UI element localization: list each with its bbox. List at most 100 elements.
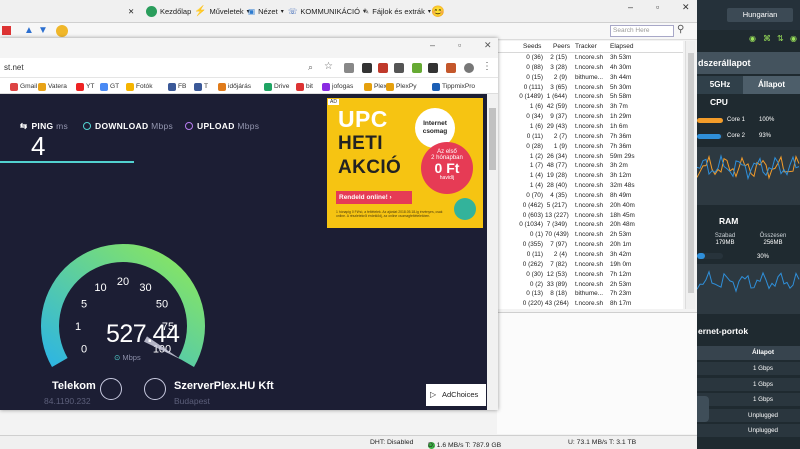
actions-menu[interactable]: ⚡ Műveletek ▾ — [194, 4, 250, 19]
address-bar[interactable]: st.net ⌕ ☆ ⋮ — [0, 58, 498, 78]
bookmark-item[interactable]: időjárás — [218, 81, 251, 92]
ad-title-1: UPC — [338, 106, 388, 132]
column-peers[interactable]: Peers — [553, 43, 570, 50]
table-row[interactable]: 0 (13) 8 (18) bithume... 7h 23m — [497, 289, 683, 299]
bookmark-item[interactable]: jofogas — [322, 81, 353, 92]
table-row[interactable]: 0 (11) 2 (4) t.ncore.sh 3h 42m — [497, 250, 683, 260]
bookmark-item[interactable]: Plex — [364, 81, 387, 92]
tab-status[interactable]: Állapot — [743, 76, 800, 94]
bookmark-item[interactable]: Drive — [264, 81, 289, 92]
bookmark-item[interactable]: FB — [168, 81, 186, 92]
extension-icon[interactable] — [344, 63, 354, 73]
table-row[interactable]: 1 (6) 42 (59) t.ncore.sh 3h 7m — [497, 102, 683, 112]
gauge-tick-label: 10 — [94, 282, 106, 294]
table-row[interactable]: 0 (111) 3 (65) t.ncore.sh 5h 30m — [497, 83, 683, 93]
language-select[interactable]: Hungarian — [727, 8, 793, 22]
arrow-down-icon[interactable]: ▼ — [38, 25, 48, 36]
extension-icon[interactable] — [394, 63, 404, 73]
table-row[interactable]: 0 (28) 1 (9) t.ncore.sh 7h 36m — [497, 142, 683, 152]
table-row[interactable]: 0 (30) 12 (53) t.ncore.sh 7h 12m — [497, 270, 683, 280]
table-row[interactable]: 0 (1034) 7 (349) t.ncore.sh 20h 48m — [497, 220, 683, 230]
wifi-icon[interactable]: ◉ — [790, 34, 799, 43]
extension-icon[interactable] — [378, 63, 388, 73]
column-elapsed[interactable]: Elapsed — [610, 43, 634, 50]
cell-elapsed: 4h 30m — [610, 63, 632, 71]
close-window-icon[interactable]: ✕ — [682, 2, 690, 13]
close-window-icon[interactable]: ✕ — [484, 40, 492, 51]
smiley-icon[interactable]: 😊 — [431, 4, 445, 19]
maximize-icon[interactable]: ▫ — [656, 2, 659, 12]
usb-icon[interactable]: ⇅ — [777, 34, 786, 43]
table-row[interactable]: 0 (70) 4 (35) t.ncore.sh 8h 49m — [497, 191, 683, 201]
files-extras-menu[interactable]: ✎ Fájlok és extrák ▾ — [363, 4, 431, 19]
table-row[interactable]: 0 (462) 5 (217) t.ncore.sh 20h 40m — [497, 201, 683, 211]
bookmark-item[interactable]: TippmixPro — [432, 81, 475, 92]
table-row[interactable]: 1 (2) 26 (34) t.ncore.sh 59m 29s — [497, 152, 683, 162]
server-name[interactable]: SzerverPlex.HU Kft — [174, 380, 274, 392]
url-text[interactable]: st.net — [4, 63, 24, 72]
minimize-icon[interactable]: – — [430, 40, 435, 50]
table-row[interactable]: 1 (6) 29 (43) t.ncore.sh 1h 6m — [497, 122, 683, 132]
wifi-icon[interactable]: ◉ — [749, 34, 758, 43]
extension-icon[interactable] — [362, 63, 372, 73]
bookmark-item[interactable]: Gmail — [10, 81, 37, 92]
table-row[interactable]: 0 (2) 33 (89) t.ncore.sh 2h 53m — [497, 280, 683, 290]
extension-icon[interactable] — [412, 63, 422, 73]
bookmark-item[interactable]: T — [194, 81, 208, 92]
upc-ad[interactable]: AD UPC HETI AKCIÓ Internet csomag Az els… — [327, 98, 483, 228]
table-row[interactable]: 0 (15) 2 (9) bithume... 3h 44m — [497, 73, 683, 83]
stop-icon[interactable] — [2, 26, 11, 35]
star-icon[interactable]: ☆ — [324, 61, 333, 72]
table-row[interactable]: 0 (1) 70 (439) t.ncore.sh 2h 53m — [497, 230, 683, 240]
search-icon[interactable]: ⚲ — [677, 24, 684, 35]
bookmark-item[interactable]: Vatera — [38, 81, 67, 92]
bookmark-item[interactable]: YT — [76, 81, 94, 92]
close-tool-icon[interactable]: ✕ — [128, 4, 134, 19]
ad-cta-button[interactable]: Rendeld online! › — [336, 191, 412, 204]
table-row[interactable]: 0 (34) 9 (37) t.ncore.sh 1h 29m — [497, 112, 683, 122]
table-row[interactable]: 0 (262) 7 (82) t.ncore.sh 19h 0m — [497, 260, 683, 270]
connection-icon[interactable]: ⌘ — [763, 34, 772, 43]
torrent-scrollbar[interactable] — [685, 41, 695, 309]
ad-hand-icon[interactable] — [454, 198, 476, 220]
cell-seeds: 0 (11) — [526, 132, 543, 140]
cell-seeds: 1 (7) — [529, 162, 543, 170]
extension-icon[interactable] — [428, 63, 438, 73]
browser-scrollbar[interactable] — [487, 94, 498, 410]
maximize-icon[interactable]: ▫ — [458, 40, 461, 50]
cell-peers: 26 (34) — [546, 152, 567, 160]
communication-menu[interactable]: ☏ KOMMUNIKÁCIÓ ▾ — [288, 4, 366, 19]
bookmark-item[interactable]: PlexPy — [386, 81, 417, 92]
cell-elapsed: 8h 17m — [610, 300, 632, 308]
bookmark-item[interactable]: Fotók — [126, 81, 153, 92]
bookmarks-bar: Gmail Vatera YT GT Fotók FB Tidőjárás Drive bit j… — [0, 78, 498, 94]
bookmark-item[interactable]: GT — [100, 81, 119, 92]
menu-icon[interactable]: ⋮ — [482, 61, 492, 72]
table-row[interactable]: 0 (220) 43 (264) t.ncore.sh 8h 17m — [497, 299, 683, 309]
column-tracker[interactable]: Tracker — [575, 43, 597, 50]
settings-icon[interactable] — [56, 25, 68, 37]
scroll-handle[interactable] — [697, 396, 709, 422]
arrow-up-icon[interactable]: ▲ — [24, 25, 34, 36]
view-menu[interactable]: ▣ Nézet ▾ — [248, 4, 284, 19]
table-row[interactable]: 0 (603) 13 (227) t.ncore.sh 18h 45m — [497, 211, 683, 221]
table-row[interactable]: 1 (4) 28 (40) t.ncore.sh 32m 48s — [497, 181, 683, 191]
avatar[interactable] — [464, 63, 474, 73]
table-row[interactable]: 1 (7) 48 (77) t.ncore.sh 3h 2m — [497, 161, 683, 171]
table-row[interactable]: 0 (36) 2 (15) t.ncore.sh 3h 53m — [497, 53, 683, 63]
bookmark-item[interactable]: bit — [296, 81, 313, 92]
column-seeds[interactable]: Seeds — [523, 43, 541, 50]
ad-title-3: AKCIÓ — [338, 157, 402, 178]
zoom-icon[interactable]: ⌕ — [308, 62, 313, 73]
extension-icon[interactable] — [446, 63, 456, 73]
table-row[interactable]: 1 (4) 19 (28) t.ncore.sh 3h 12m — [497, 171, 683, 181]
table-row[interactable]: 0 (11) 2 (7) t.ncore.sh 7h 36m — [497, 132, 683, 142]
table-row[interactable]: 0 (88) 3 (28) t.ncore.sh 4h 30m — [497, 63, 683, 73]
adchoices-button[interactable]: ▷ AdChoices — [426, 384, 486, 406]
table-row[interactable]: 0 (355) 7 (97) t.ncore.sh 20h 1m — [497, 240, 683, 250]
tab-5ghz[interactable]: 5GHz — [697, 76, 743, 94]
table-row[interactable]: 0 (1489) 1 (644) t.ncore.sh 5h 58m — [497, 92, 683, 102]
home-button[interactable]: Kezdőlap — [146, 4, 191, 19]
search-input[interactable]: Search Here — [610, 25, 674, 37]
minimize-icon[interactable]: – — [628, 2, 633, 12]
